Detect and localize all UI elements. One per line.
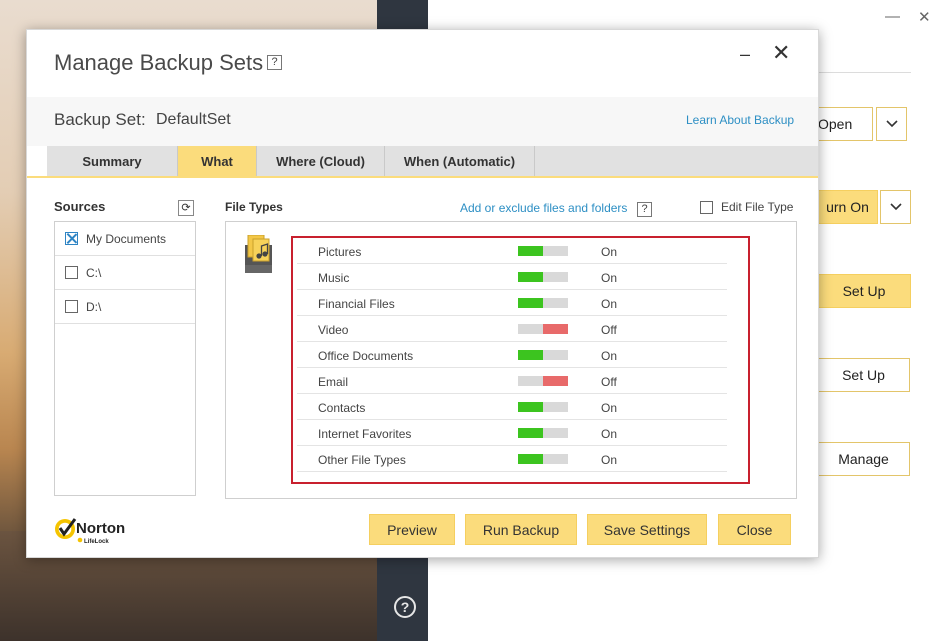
file-type-toggle[interactable] <box>518 428 568 438</box>
file-type-name: Other File Types <box>318 453 406 467</box>
help-icon[interactable]: ? <box>267 55 282 70</box>
tab-when-automatic[interactable]: When (Automatic) <box>385 146 535 177</box>
file-type-toggle[interactable] <box>518 246 568 256</box>
file-type-state: Off <box>601 323 617 337</box>
backup-set-label: Backup Set: <box>54 110 146 129</box>
file-type-state: On <box>601 427 618 441</box>
chevron-down-icon <box>889 203 902 211</box>
setup-button-1[interactable]: Set Up <box>818 274 911 308</box>
file-type-state: On <box>601 245 618 259</box>
norton-logo: Norton LifeLock <box>55 518 125 545</box>
tab-summary[interactable]: Summary <box>47 146 178 177</box>
open-button[interactable]: Open <box>818 107 873 141</box>
turn-on-dropdown-button[interactable] <box>880 190 911 224</box>
toggle-on-indicator <box>518 350 543 360</box>
toggle-on-indicator <box>518 428 543 438</box>
edit-file-type-checkbox[interactable]: Edit File Type <box>700 200 793 214</box>
close-dialog-button[interactable]: Close <box>718 514 791 545</box>
toggle-on-indicator <box>518 246 543 256</box>
file-type-name: Pictures <box>318 245 362 259</box>
source-label: My Documents <box>86 231 167 246</box>
source-label: D:\ <box>86 299 102 314</box>
file-type-toggle[interactable] <box>518 350 568 360</box>
source-item-d-drive[interactable]: D:\ <box>55 290 195 324</box>
backup-set-value[interactable]: DefaultSet <box>156 111 231 129</box>
file-types-title: File Types <box>225 200 283 214</box>
file-type-state: On <box>601 349 618 363</box>
sources-list: My Documents C:\ D:\ <box>54 221 196 496</box>
file-type-state: On <box>601 297 618 311</box>
file-types-icon <box>245 235 272 273</box>
source-checkbox[interactable] <box>65 266 78 279</box>
file-type-state: On <box>601 453 618 467</box>
source-checkbox[interactable] <box>65 300 78 313</box>
file-type-name: Internet Favorites <box>318 427 412 441</box>
toggle-off-indicator <box>543 376 568 386</box>
add-exclude-link[interactable]: Add or exclude files and folders <box>460 201 627 215</box>
file-type-row: Pictures On <box>297 238 727 264</box>
toggle-off-indicator <box>543 324 568 334</box>
tab-where-cloud[interactable]: Where (Cloud) <box>257 146 385 177</box>
help-icon[interactable]: ? <box>394 596 416 618</box>
file-type-row: Financial Files On <box>297 290 727 316</box>
file-type-name: Email <box>318 375 349 389</box>
refresh-icon[interactable]: ⟳ <box>178 200 194 216</box>
svg-text:Norton: Norton <box>76 520 125 537</box>
file-type-toggle[interactable] <box>518 298 568 308</box>
source-label: C:\ <box>86 265 102 280</box>
file-type-name: Contacts <box>318 401 366 415</box>
source-item-c-drive[interactable]: C:\ <box>55 256 195 290</box>
file-type-toggle[interactable] <box>518 454 568 464</box>
preview-button[interactable]: Preview <box>369 514 455 545</box>
chevron-down-icon <box>885 120 898 128</box>
file-type-name: Video <box>318 323 349 337</box>
edit-file-type-box[interactable] <box>700 200 713 214</box>
minimize-button[interactable]: – <box>740 44 750 65</box>
setup-button-2[interactable]: Set Up <box>818 358 910 392</box>
file-type-state: On <box>601 401 618 415</box>
toggle-on-indicator <box>518 454 543 464</box>
file-type-row: Video Off <box>297 316 727 342</box>
learn-about-backup-link[interactable]: Learn About Backup <box>686 113 794 127</box>
source-checkbox[interactable] <box>65 232 78 245</box>
manage-button[interactable]: Manage <box>818 442 910 476</box>
svg-text:LifeLock: LifeLock <box>84 539 109 545</box>
file-type-row: Music On <box>297 264 727 290</box>
file-type-state: Off <box>601 375 617 389</box>
source-item-my-documents[interactable]: My Documents <box>55 222 195 256</box>
file-type-state: On <box>601 271 618 285</box>
close-icon[interactable]: ✕ <box>918 8 931 26</box>
tab-bar: Summary What Where (Cloud) When (Automat… <box>47 146 818 177</box>
file-type-row: Other File Types On <box>297 446 727 472</box>
toggle-on-indicator <box>518 272 543 282</box>
help-icon[interactable]: ? <box>637 202 652 217</box>
tab-what[interactable]: What <box>178 146 257 177</box>
tab-underline <box>27 176 818 178</box>
file-type-row: Office Documents On <box>297 342 727 368</box>
file-type-toggle[interactable] <box>518 376 568 386</box>
file-type-row: Email Off <box>297 368 727 394</box>
turn-on-button[interactable]: urn On <box>818 190 878 224</box>
minimize-icon[interactable]: — <box>885 8 900 25</box>
file-type-toggle[interactable] <box>518 272 568 282</box>
file-type-row: Contacts On <box>297 394 727 420</box>
background-divider <box>818 72 911 73</box>
file-type-name: Music <box>318 271 350 285</box>
toggle-on-indicator <box>518 402 543 412</box>
file-type-row: Internet Favorites On <box>297 420 727 446</box>
file-type-name: Office Documents <box>318 349 414 363</box>
close-button[interactable]: ✕ <box>772 40 790 66</box>
manage-backup-sets-dialog: Manage Backup Sets ? – ✕ Backup Set: Def… <box>26 29 819 558</box>
file-type-toggle[interactable] <box>518 324 568 334</box>
save-settings-button[interactable]: Save Settings <box>587 514 707 545</box>
edit-file-type-label: Edit File Type <box>721 200 794 214</box>
dialog-title: Manage Backup Sets <box>54 50 264 75</box>
toggle-on-indicator <box>518 298 543 308</box>
file-type-toggle[interactable] <box>518 402 568 412</box>
run-backup-button[interactable]: Run Backup <box>465 514 577 545</box>
sources-title: Sources <box>54 199 106 214</box>
open-dropdown-button[interactable] <box>876 107 907 141</box>
file-type-name: Financial Files <box>318 297 395 311</box>
